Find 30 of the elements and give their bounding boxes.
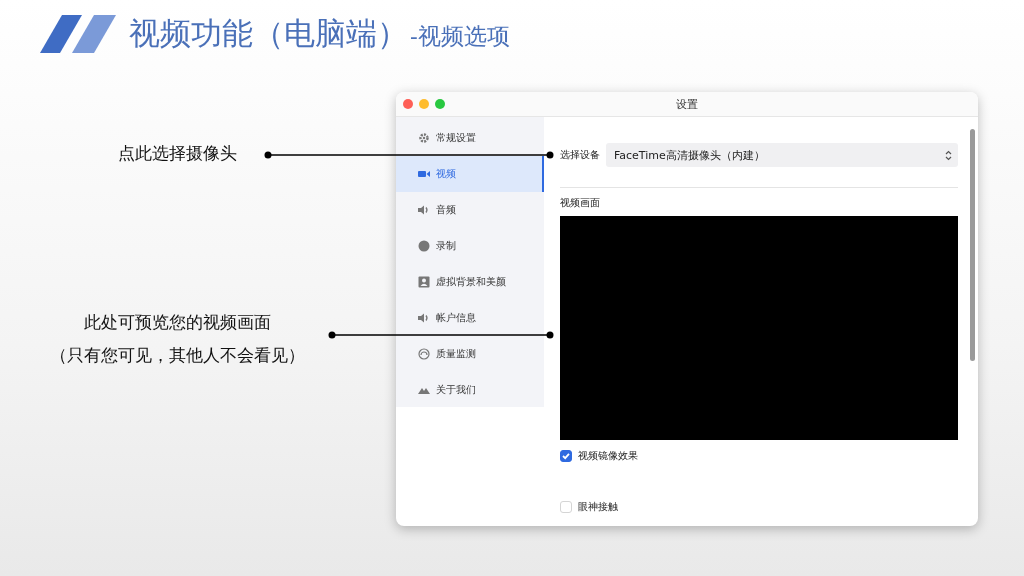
updown-chevron-icon [945,149,952,161]
speaker-icon [418,204,430,216]
gear-icon [418,132,430,144]
sidebar-item[interactable]: 音频 [396,192,544,228]
preview-label: 视频画面 [560,197,601,210]
sidebar-item[interactable]: 虚拟背景和美颜 [396,264,544,300]
slide-subtitle: -视频选项 [410,22,510,51]
checkbox-label: 眼神接触 [578,500,618,514]
annotation-text: 点此选择摄像头 [118,142,237,165]
sidebar-item[interactable]: 录制 [396,228,544,264]
sidebar-item[interactable]: 帐户信息 [396,300,544,336]
window-title: 设置 [676,96,698,112]
sidebar-item[interactable]: 常规设置 [396,120,544,156]
speaker-icon [418,312,430,324]
annotation-text: （只有您可见，其他人不会看见） [50,344,305,367]
gauge-icon [418,348,430,360]
portrait-icon [418,276,430,288]
device-dropdown[interactable]: FaceTime高清摄像头（内建） [606,143,958,167]
device-label: 选择设备 [560,148,600,162]
video-camera-icon [418,168,430,180]
record-icon [418,240,430,252]
checkbox-label: 视频镜像效果 [578,449,638,463]
sidebar-item[interactable]: 视频 [396,156,544,192]
sidebar-item[interactable]: 关于我们 [396,372,544,408]
annotation-text: 此处可预览您的视频画面 [84,311,271,334]
checkbox[interactable] [560,450,572,462]
scrollbar[interactable] [970,129,975,361]
slash-logo-icon [40,15,116,53]
slide-title: 视频功能（电脑端） [129,14,408,53]
sidebar-item[interactable]: 质量监测 [396,336,544,372]
